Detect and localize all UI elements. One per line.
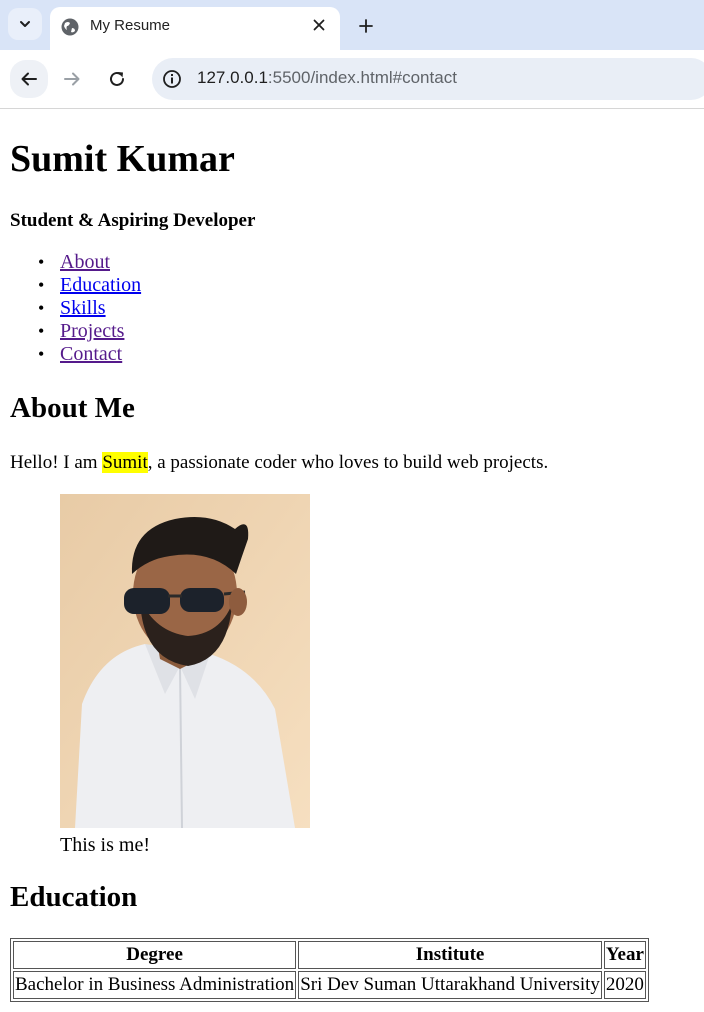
page-content: Sumit Kumar Student & Aspiring Developer… (0, 109, 704, 1012)
highlighted-name: Sumit (102, 452, 148, 473)
table-row: Bachelor in Business Administration Sri … (13, 971, 646, 999)
reload-button[interactable] (101, 63, 133, 95)
browser-tab-bar: My Resume (0, 0, 704, 50)
cell-institute: Sri Dev Suman Uttarakhand University (298, 971, 602, 999)
education-heading: Education (10, 881, 138, 913)
intro-text-start: Hello! I am (10, 452, 103, 473)
nav-item-projects: Projects (38, 320, 141, 343)
nav-link-about[interactable]: About (60, 251, 110, 273)
close-tab-button[interactable] (308, 14, 330, 36)
cell-year: 2020 (603, 971, 646, 999)
column-header-year: Year (603, 941, 646, 969)
back-arrow-icon (21, 72, 37, 86)
profile-photo (60, 494, 310, 828)
photo-caption: This is me! (60, 834, 150, 856)
column-header-institute: Institute (298, 941, 602, 969)
cell-degree: Bachelor in Business Administration (13, 971, 297, 999)
nav-link-education[interactable]: Education (60, 274, 141, 296)
nav-item-skills: Skills (38, 297, 141, 320)
nav-link-projects[interactable]: Projects (60, 320, 124, 342)
page-subtitle: Student & Aspiring Developer (10, 210, 256, 231)
nav-link-skills[interactable]: Skills (60, 297, 106, 319)
browser-toolbar: 127.0.0.1:5500/index.html#contact (0, 50, 704, 109)
reload-icon (110, 71, 124, 86)
close-icon (313, 19, 325, 31)
url-text[interactable]: 127.0.0.1:5500/index.html#contact (197, 68, 457, 88)
education-table: Degree Institute Year Bachelor in Busine… (10, 938, 649, 1002)
url-path: :5500/index.html#contact (267, 68, 457, 87)
nav-link-contact[interactable]: Contact (60, 343, 122, 365)
globe-icon (61, 18, 79, 36)
nav-item-contact: Contact (38, 343, 141, 366)
info-icon[interactable] (162, 69, 182, 89)
back-button[interactable] (10, 60, 48, 98)
browser-tab[interactable]: My Resume (50, 7, 340, 50)
nav-item-education: Education (38, 274, 141, 297)
column-header-degree: Degree (13, 941, 297, 969)
tab-search-button[interactable] (8, 8, 42, 40)
url-host: 127.0.0.1 (197, 68, 268, 87)
chevron-down-icon (20, 21, 30, 27)
about-intro: Hello! I am Sumit, a passionate coder wh… (10, 451, 548, 475)
nav-item-about: About (38, 251, 141, 274)
plus-icon (359, 19, 373, 33)
forward-arrow-icon (64, 72, 80, 86)
about-heading: About Me (10, 392, 135, 424)
tab-title: My Resume (90, 17, 171, 34)
new-tab-button[interactable] (352, 12, 380, 40)
intro-text-end: , a passionate coder who loves to build … (147, 452, 549, 473)
page-title: Sumit Kumar (10, 138, 235, 180)
address-bar[interactable]: 127.0.0.1:5500/index.html#contact (152, 58, 704, 100)
table-header-row: Degree Institute Year (13, 941, 646, 969)
forward-button[interactable] (56, 63, 88, 95)
section-nav: About Education Skills Projects Contact (38, 251, 141, 366)
